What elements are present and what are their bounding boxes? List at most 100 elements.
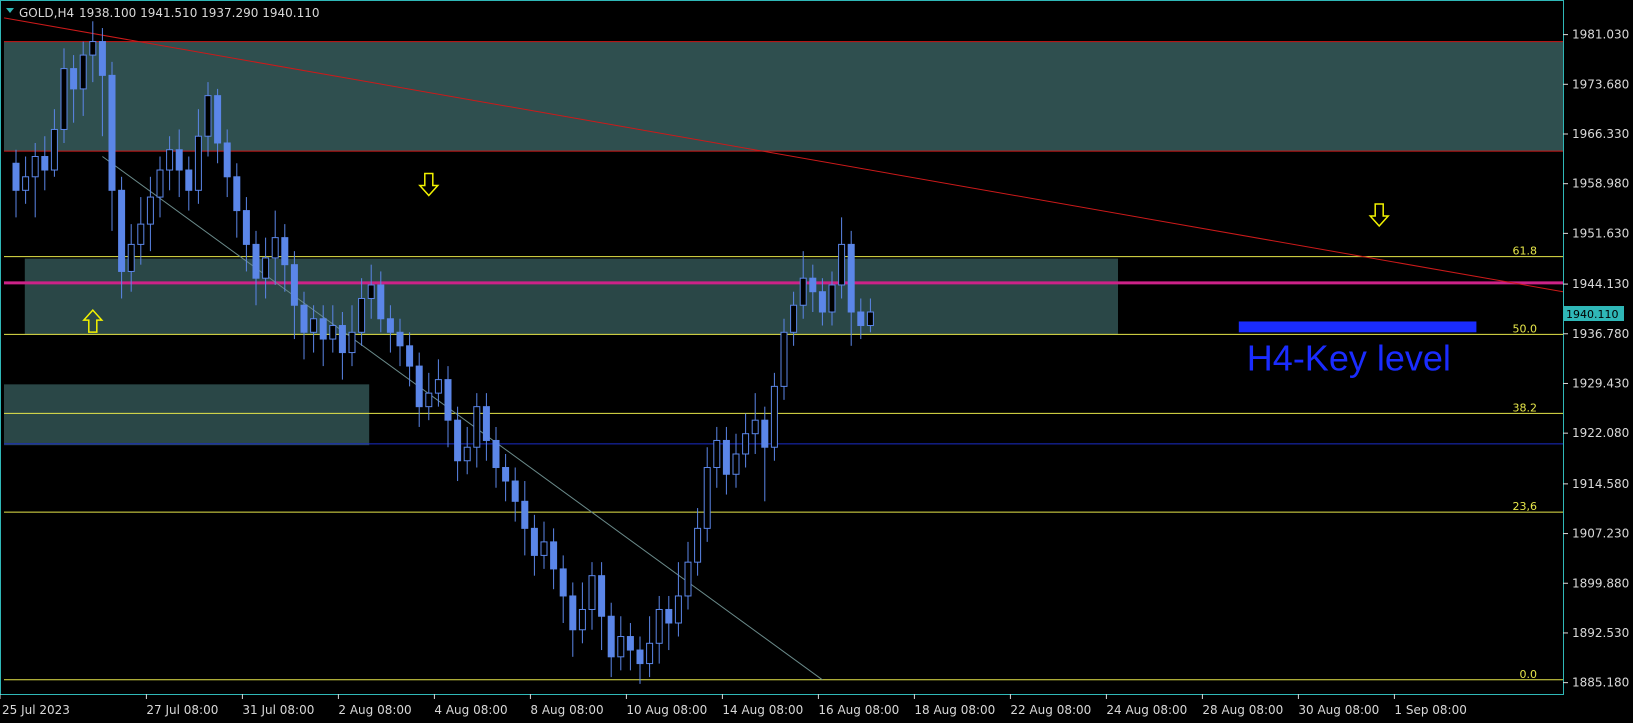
candle-body <box>185 169 193 191</box>
candle-body <box>521 500 529 529</box>
ohlc-readout: 1938.100 1941.510 1937.290 1940.110 <box>79 6 319 20</box>
y-tick-label: 1899.880 <box>1572 576 1629 590</box>
x-tick-label: 10 Aug 08:00 <box>626 703 707 717</box>
candle-body <box>146 196 154 225</box>
candle-body <box>223 142 231 178</box>
price-chart[interactable]: 61.8 50.0 38.2 23,6 0.0 H4-Key level 1981.03… <box>0 0 1633 723</box>
x-tick-label: 25 Jul 2023 <box>2 703 70 717</box>
candle-body <box>406 345 414 367</box>
candle-body <box>50 128 58 171</box>
candle-body <box>156 169 164 198</box>
candle-body <box>310 318 318 333</box>
candle-body <box>290 264 298 306</box>
candle-body <box>578 608 586 631</box>
candle-body <box>60 68 68 130</box>
current-price-tag: 1940.110 <box>1566 308 1619 321</box>
zone-2 <box>24 258 1118 335</box>
candle-body <box>665 608 673 624</box>
x-tick-label: 8 Aug 08:00 <box>530 703 603 717</box>
y-tick-label: 1907.230 <box>1572 527 1629 541</box>
candle-body <box>866 311 874 327</box>
fib-label-50.0: 50.0 <box>1513 322 1538 335</box>
x-tick-label: 24 Aug 08:00 <box>1106 703 1187 717</box>
candle-body <box>492 439 500 469</box>
candle-body <box>761 419 769 448</box>
candle-body <box>847 243 855 313</box>
candle-body <box>857 311 865 327</box>
y-tick-label: 1929.430 <box>1572 376 1629 390</box>
x-tick-label: 18 Aug 08:00 <box>914 703 995 717</box>
candle-body <box>703 467 711 529</box>
candle-body <box>377 284 385 320</box>
candle-body <box>137 223 145 245</box>
candle-body <box>89 41 97 56</box>
x-tick-label: 16 Aug 08:00 <box>818 703 899 717</box>
candle-body <box>367 284 375 299</box>
candle-body <box>482 406 490 441</box>
candle-body <box>358 297 366 333</box>
y-tick-label: 1981.030 <box>1572 28 1629 42</box>
candle-body <box>214 95 222 144</box>
candle-body <box>329 325 337 340</box>
candle-body <box>41 156 49 171</box>
candle-body <box>281 237 289 266</box>
fib-label-0.0: 0.0 <box>1520 668 1538 681</box>
key-level-support-box <box>1238 321 1477 333</box>
y-tick-label: 1936.780 <box>1572 327 1629 341</box>
candle-body <box>799 277 807 306</box>
candle-body <box>818 291 826 313</box>
y-tick-label: 1885.180 <box>1572 676 1629 690</box>
symbol-label[interactable]: GOLD,H4 <box>19 6 74 20</box>
zone-1 <box>4 41 1563 152</box>
x-tick-label: 22 Aug 08:00 <box>1010 703 1091 717</box>
candle-body <box>79 54 87 90</box>
y-tick-label: 1944.130 <box>1572 277 1629 291</box>
zone-3 <box>4 384 370 446</box>
candle-body <box>454 419 462 462</box>
candle-body <box>559 568 567 597</box>
candle-body <box>617 636 625 658</box>
candle-body <box>626 636 634 651</box>
candle-body <box>713 439 721 469</box>
candle-body <box>434 379 442 394</box>
y-tick-label: 1973.680 <box>1572 77 1629 91</box>
candle-body <box>31 156 39 178</box>
candle-body <box>415 365 423 408</box>
candle-body <box>300 304 308 333</box>
x-tick-label: 31 Jul 08:00 <box>242 703 314 717</box>
x-tick-label: 14 Aug 08:00 <box>722 703 803 717</box>
candle-body <box>588 575 596 610</box>
candle-body <box>252 243 260 279</box>
x-tick-label: 28 Aug 08:00 <box>1202 703 1283 717</box>
fib-label-61.8: 61.8 <box>1513 245 1538 258</box>
candle-body <box>204 95 212 137</box>
candle-body <box>770 385 778 448</box>
candle-body <box>396 331 404 347</box>
candle-body <box>348 331 356 354</box>
candle-body <box>175 149 183 171</box>
candle-body <box>386 318 394 333</box>
candle-body <box>636 649 644 665</box>
candle-body <box>684 561 692 597</box>
candle-body <box>790 304 798 333</box>
candle-body <box>742 433 750 455</box>
candle-body <box>838 243 846 286</box>
x-tick-label: 1 Sep 08:00 <box>1394 703 1466 717</box>
candle-body <box>751 419 759 435</box>
y-tick-label: 1892.530 <box>1572 626 1629 640</box>
candle-body <box>598 575 606 617</box>
candle-body <box>194 135 202 191</box>
candle-body <box>271 237 279 259</box>
candle-body <box>828 284 836 313</box>
y-tick-label: 1914.580 <box>1572 477 1629 491</box>
y-tick-label: 1951.630 <box>1572 226 1629 240</box>
candle-body <box>463 446 471 462</box>
candle-body <box>732 453 740 475</box>
candle-body <box>118 189 126 272</box>
candle-body <box>425 392 433 408</box>
candle-body <box>12 162 20 191</box>
candle-body <box>674 595 682 624</box>
candle-body <box>473 406 481 448</box>
key-level-label: H4-Key level <box>1247 337 1451 378</box>
x-tick-label: 2 Aug 08:00 <box>338 703 411 717</box>
